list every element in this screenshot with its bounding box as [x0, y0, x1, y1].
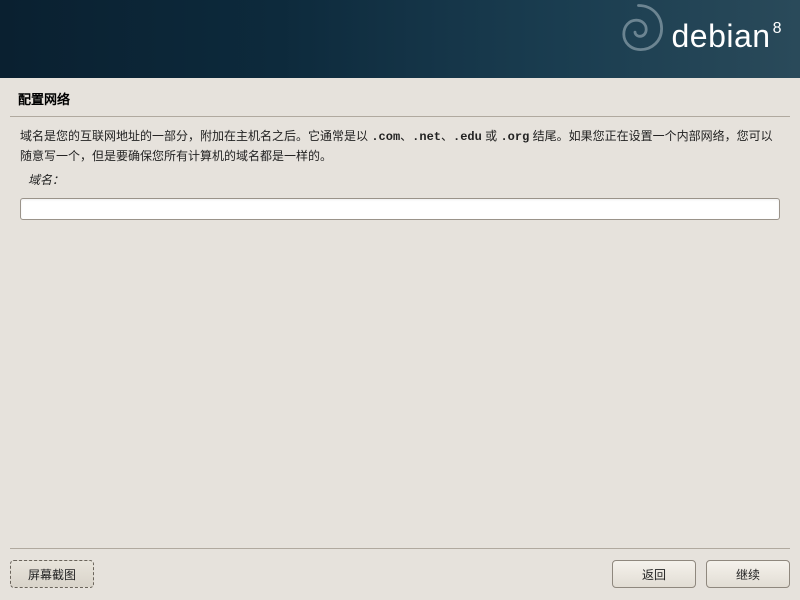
ext-edu: .edu — [453, 130, 482, 144]
domain-field-label: 域名： — [28, 171, 780, 188]
page-title: 配置网络 — [0, 78, 800, 116]
desc-before: 域名是您的互联网地址的一部分，附加在主机名之后。它通常是以 — [20, 129, 371, 143]
ext-net: .net — [412, 130, 441, 144]
installer-banner: debian 8 — [0, 0, 800, 78]
ext-org: .org — [500, 130, 529, 144]
brand-name: debian — [672, 18, 771, 55]
brand-version: 8 — [773, 20, 782, 38]
debian-swirl-icon — [600, 0, 670, 65]
ext-com: .com — [371, 130, 400, 144]
description-text: 域名是您的互联网地址的一部分，附加在主机名之后。它通常是以 .com、.net、… — [20, 127, 780, 165]
main-panel: 域名是您的互联网地址的一部分，附加在主机名之后。它通常是以 .com、.net、… — [10, 117, 790, 549]
screenshot-button[interactable]: 屏幕截图 — [10, 560, 94, 588]
back-button[interactable]: 返回 — [612, 560, 696, 588]
brand-title: debian 8 — [672, 18, 783, 55]
button-bar: 屏幕截图 继续 返回 — [0, 556, 800, 596]
continue-button[interactable]: 继续 — [706, 560, 790, 588]
domain-input[interactable] — [20, 198, 780, 220]
